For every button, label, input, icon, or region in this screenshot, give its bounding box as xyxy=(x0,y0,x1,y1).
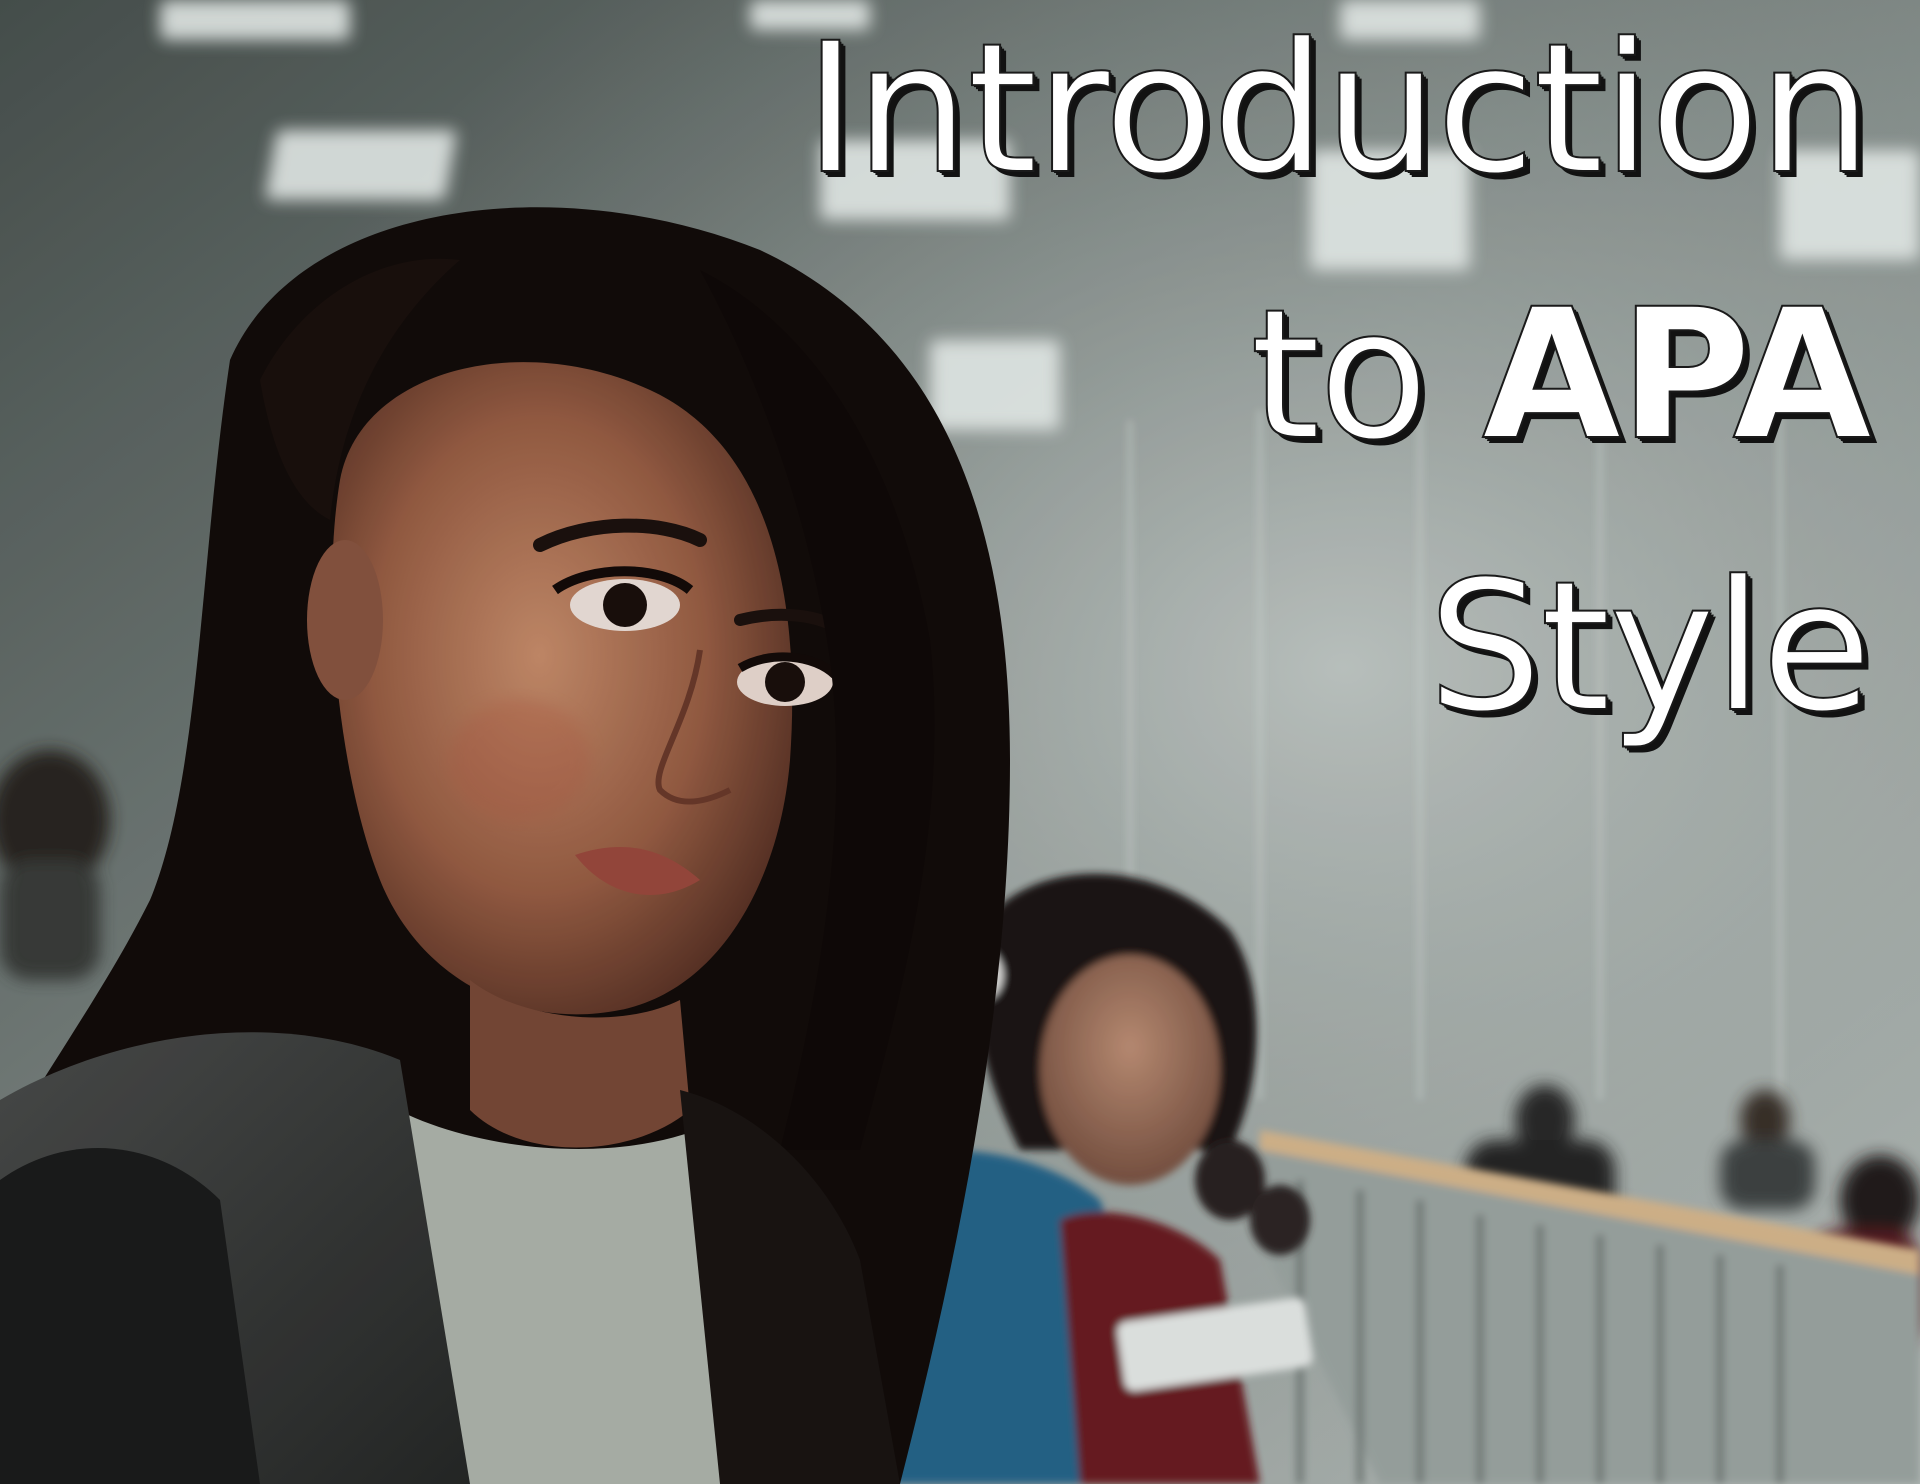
title-word-apa: APA xyxy=(1481,271,1873,480)
cover-image: Introduction to APA Style xyxy=(0,0,1920,1484)
title-line-to-apa: to APA xyxy=(670,285,1873,467)
title-line-introduction: Introduction xyxy=(803,5,1873,214)
cover-title: Introduction to APA Style xyxy=(670,5,1873,826)
title-line-style: Style xyxy=(1427,543,1873,752)
title-word-to: to xyxy=(1249,271,1430,480)
